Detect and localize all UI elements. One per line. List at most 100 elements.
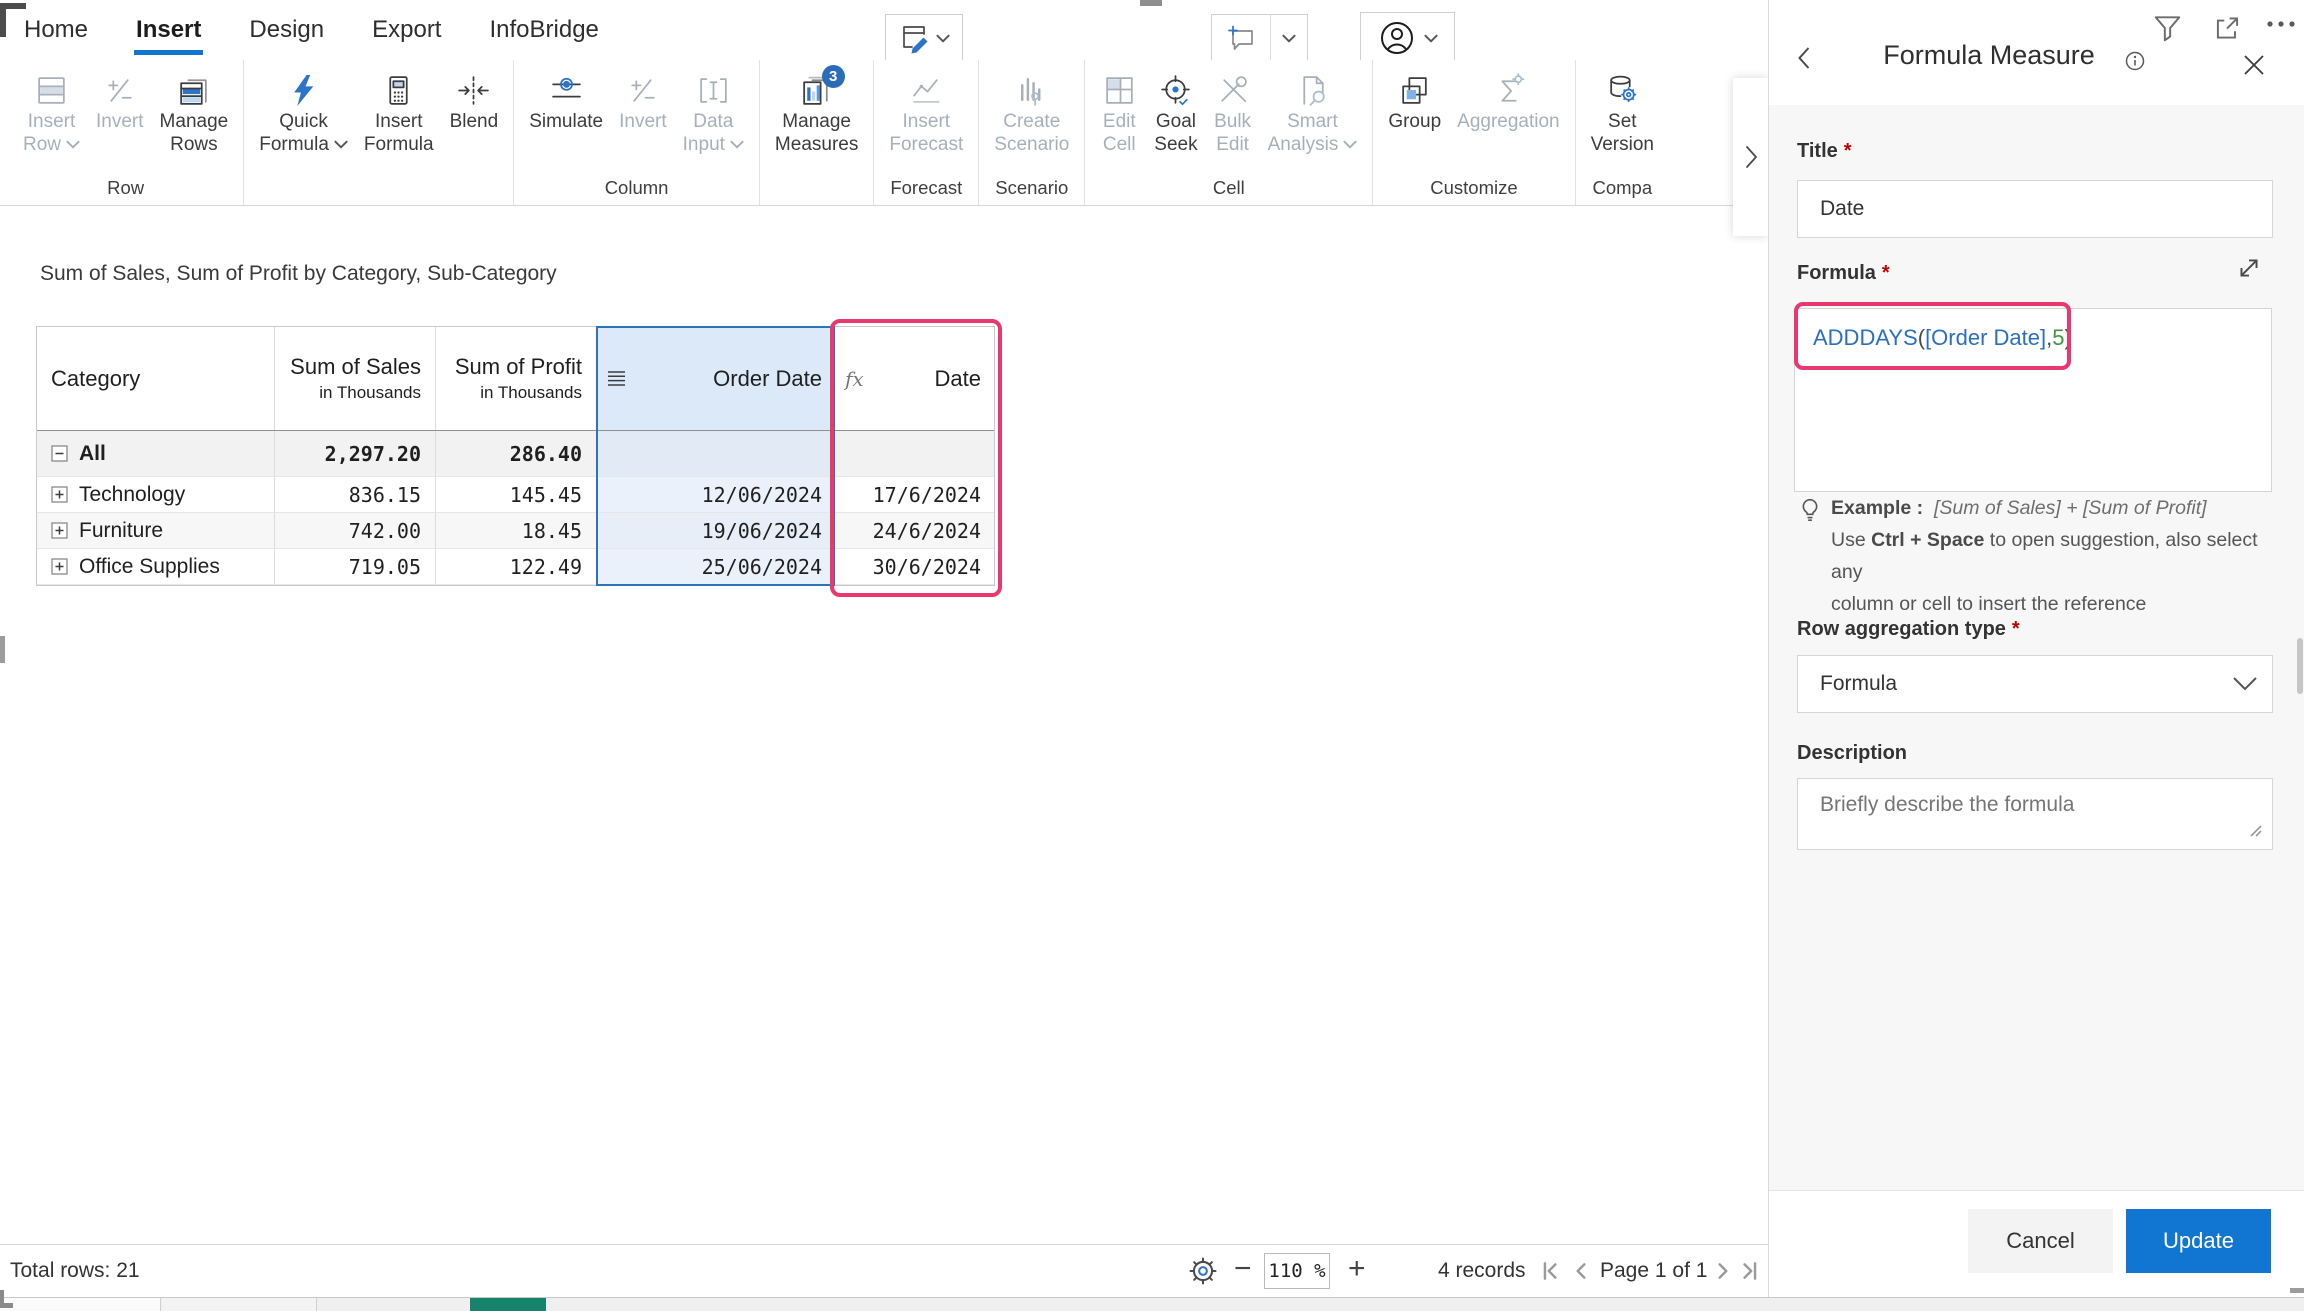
table-settings-button[interactable] bbox=[1186, 1254, 1220, 1288]
column-header-date[interactable]: fx Date bbox=[835, 327, 993, 430]
date-cell[interactable]: 24/6/2024 bbox=[835, 513, 993, 548]
chevron-down-icon bbox=[936, 34, 950, 43]
description-textarea[interactable] bbox=[1797, 778, 2273, 850]
ribbon-button-insert-row[interactable]: Insert Row bbox=[15, 70, 88, 156]
ribbon-overflow-button[interactable] bbox=[1733, 78, 1768, 236]
manage-rows-icon bbox=[175, 70, 213, 110]
table-row[interactable]: All 2,297.20 286.40 bbox=[37, 431, 994, 477]
table-row[interactable]: Furniture 742.00 18.45 19/06/2024 24/6/2… bbox=[37, 513, 994, 549]
ribbon-button-aggregation[interactable]: Aggregation bbox=[1449, 70, 1567, 133]
zoom-out-button[interactable]: − bbox=[1234, 1254, 1252, 1284]
date-cell[interactable]: 30/6/2024 bbox=[835, 549, 993, 584]
goal-seek-icon bbox=[1157, 70, 1195, 110]
column-header-profit[interactable]: Sum of Profitin Thousands bbox=[436, 327, 597, 430]
ribbon-button-smart-analysis[interactable]: Smart Analysis bbox=[1260, 70, 1366, 156]
ribbon-button-invert-column[interactable]: Invert bbox=[611, 70, 675, 133]
more-options-icon[interactable] bbox=[2265, 18, 2299, 30]
previous-page-button[interactable] bbox=[1570, 1260, 1592, 1282]
column-header-sales[interactable]: Sum of Salesin Thousands bbox=[275, 327, 436, 430]
category-cell[interactable]: All bbox=[37, 431, 275, 476]
smart-analysis-icon bbox=[1293, 70, 1331, 110]
crop-corner-mark bbox=[2290, 1288, 2304, 1293]
pivot-table: Category Sum of Salesin Thousands Sum of… bbox=[36, 326, 995, 586]
account-button[interactable] bbox=[1360, 12, 1455, 64]
column-header-category[interactable]: Category bbox=[37, 327, 275, 430]
category-cell[interactable]: Office Supplies bbox=[37, 549, 275, 584]
add-comment-split-button[interactable] bbox=[1211, 14, 1308, 62]
category-cell[interactable]: Technology bbox=[37, 477, 275, 512]
update-button[interactable]: Update bbox=[2126, 1209, 2271, 1273]
tab-infobridge[interactable]: InfoBridge bbox=[487, 2, 600, 58]
collapse-row-icon[interactable] bbox=[51, 445, 68, 462]
order-date-cell[interactable]: 25/06/2024 bbox=[597, 549, 835, 584]
ribbon-button-manage-rows[interactable]: Manage Rows bbox=[152, 70, 237, 156]
tab-insert[interactable]: Insert bbox=[134, 2, 203, 58]
sales-cell[interactable]: 719.05 bbox=[275, 549, 436, 584]
expand-row-icon[interactable] bbox=[51, 558, 68, 575]
table-row[interactable]: Office Supplies 719.05 122.49 25/06/2024… bbox=[37, 549, 994, 585]
ribbon-button-invert-row[interactable]: Invert bbox=[88, 70, 152, 133]
manage-measures-icon: 3 bbox=[798, 70, 836, 110]
profit-cell[interactable]: 145.45 bbox=[436, 477, 597, 512]
column-header-order-date[interactable]: Order Date bbox=[597, 327, 835, 430]
date-cell[interactable] bbox=[835, 431, 993, 476]
report-area: Sum of Sales, Sum of Profit by Category,… bbox=[0, 207, 1768, 1244]
column-drag-icon[interactable] bbox=[607, 370, 626, 387]
ribbon-button-manage-measures[interactable]: 3 Manage Measures bbox=[767, 70, 866, 156]
ribbon-button-blend[interactable]: Blend bbox=[442, 70, 507, 133]
expand-row-icon[interactable] bbox=[51, 486, 68, 503]
ribbon-button-insert-forecast[interactable]: Insert Forecast bbox=[881, 70, 971, 156]
last-page-button[interactable] bbox=[1738, 1260, 1760, 1282]
ribbon-button-set-version[interactable]: Set Version bbox=[1583, 70, 1662, 156]
ribbon-button-simulate[interactable]: Simulate bbox=[521, 70, 611, 133]
left-edge-handle[interactable] bbox=[0, 636, 5, 663]
edit-view-split-button[interactable] bbox=[885, 14, 963, 62]
tab-design[interactable]: Design bbox=[247, 2, 326, 58]
tab-home[interactable]: Home bbox=[22, 2, 90, 58]
aggregation-select[interactable]: Formula bbox=[1797, 655, 2273, 713]
panel-title: Formula Measure bbox=[1809, 40, 2169, 71]
panel-header: Formula Measure bbox=[1769, 0, 2304, 105]
ribbon-group-label: Cell bbox=[1092, 175, 1365, 205]
chevron-down-icon[interactable] bbox=[1271, 34, 1307, 43]
ribbon-button-goal-seek[interactable]: Goal Seek bbox=[1146, 70, 1205, 156]
profit-cell[interactable]: 122.49 bbox=[436, 549, 597, 584]
expand-row-icon[interactable] bbox=[51, 522, 68, 539]
order-date-cell[interactable] bbox=[597, 431, 835, 476]
sales-cell[interactable]: 742.00 bbox=[275, 513, 436, 548]
status-bar: Total rows: 21 − + 4 records Page 1 of 1 bbox=[0, 1244, 1768, 1297]
ribbon-button-bulk-edit[interactable]: Bulk Edit bbox=[1206, 70, 1260, 156]
formula-editor[interactable]: ADDDAYS([Order Date],5) bbox=[1794, 308, 2272, 492]
sales-cell[interactable]: 2,297.20 bbox=[275, 431, 436, 476]
sales-cell[interactable]: 836.15 bbox=[275, 477, 436, 512]
ribbon: Insert Row Invert Manage Rows Row bbox=[0, 60, 1768, 206]
profit-cell[interactable]: 18.45 bbox=[436, 513, 597, 548]
category-cell[interactable]: Furniture bbox=[37, 513, 275, 548]
date-cell[interactable]: 17/6/2024 bbox=[835, 477, 993, 512]
expand-formula-icon[interactable] bbox=[2235, 254, 2263, 282]
zoom-in-button[interactable]: + bbox=[1348, 1254, 1366, 1284]
cancel-button[interactable]: Cancel bbox=[1968, 1209, 2113, 1273]
info-icon[interactable] bbox=[2124, 50, 2146, 72]
ribbon-button-insert-formula[interactable]: Insert Formula bbox=[356, 70, 442, 156]
ribbon-button-quick-formula[interactable]: Quick Formula bbox=[251, 70, 356, 156]
table-row[interactable]: Technology 836.15 145.45 12/06/2024 17/6… bbox=[37, 477, 994, 513]
order-date-cell[interactable]: 19/06/2024 bbox=[597, 513, 835, 548]
ribbon-button-group[interactable]: Group bbox=[1380, 70, 1449, 133]
first-page-button[interactable] bbox=[1540, 1260, 1562, 1282]
ribbon-button-create-scenario[interactable]: Create Scenario bbox=[986, 70, 1077, 156]
close-icon[interactable] bbox=[2241, 52, 2267, 78]
panel-scrollbar-thumb[interactable] bbox=[2297, 638, 2303, 694]
tab-export[interactable]: Export bbox=[370, 2, 443, 58]
open-in-new-icon[interactable] bbox=[2211, 12, 2244, 44]
ribbon-button-edit-cell[interactable]: Edit Cell bbox=[1092, 70, 1146, 156]
title-input[interactable] bbox=[1797, 180, 2273, 238]
order-date-cell[interactable]: 12/06/2024 bbox=[597, 477, 835, 512]
ribbon-button-data-input[interactable]: Data Input bbox=[675, 70, 752, 156]
zoom-level-input[interactable] bbox=[1264, 1253, 1330, 1289]
next-page-button[interactable] bbox=[1712, 1260, 1734, 1282]
table-header-row: Category Sum of Salesin Thousands Sum of… bbox=[37, 327, 994, 431]
ribbon-group-scenario: Create Scenario Scenario bbox=[979, 60, 1085, 205]
profit-cell[interactable]: 286.40 bbox=[436, 431, 597, 476]
window-drag-notch bbox=[1140, 0, 1162, 6]
